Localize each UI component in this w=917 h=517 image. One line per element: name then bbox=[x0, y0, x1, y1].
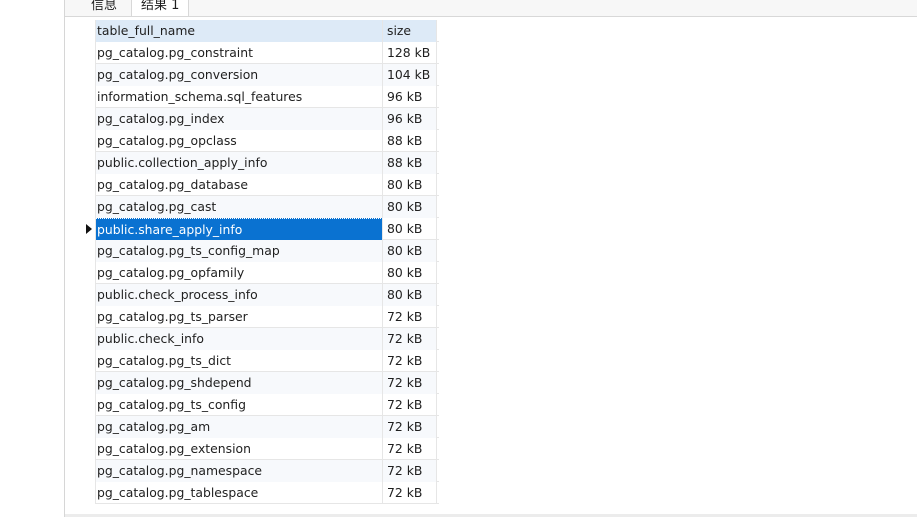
table-row[interactable]: public.collection_apply_info 88 kB bbox=[83, 152, 439, 174]
cell-size[interactable]: 72 kB bbox=[383, 394, 437, 416]
cell-table-full-name[interactable]: pg_catalog.pg_ts_dict bbox=[96, 350, 383, 372]
cell-size[interactable]: 96 kB bbox=[383, 86, 437, 108]
table-row[interactable]: pg_catalog.pg_tablespace 72 kB bbox=[83, 482, 439, 504]
cell-table-full-name[interactable]: public.share_apply_info bbox=[96, 218, 383, 240]
cell-table-full-name[interactable]: pg_catalog.pg_opfamily bbox=[96, 262, 383, 284]
cell-table-full-name[interactable]: pg_catalog.pg_index bbox=[96, 108, 383, 130]
cell-size[interactable]: 72 kB bbox=[383, 460, 437, 482]
cell-table-full-name[interactable]: pg_catalog.pg_ts_config_map bbox=[96, 240, 383, 262]
cell-table-full-name[interactable]: public.check_process_info bbox=[96, 284, 383, 306]
cell-table-full-name[interactable]: pg_catalog.pg_tablespace bbox=[96, 482, 383, 504]
table-row[interactable]: public.share_apply_info 80 kB bbox=[83, 218, 439, 240]
table-row[interactable]: public.check_process_info 80 kB bbox=[83, 284, 439, 306]
cell-size[interactable]: 80 kB bbox=[383, 174, 437, 196]
row-indicator[interactable] bbox=[83, 306, 96, 328]
table-row[interactable]: pg_catalog.pg_opfamily 80 kB bbox=[83, 262, 439, 284]
table-row[interactable]: pg_catalog.pg_ts_dict 72 kB bbox=[83, 350, 439, 372]
cell-table-full-name[interactable]: pg_catalog.pg_conversion bbox=[96, 64, 383, 86]
cell-table-full-name[interactable]: pg_catalog.pg_shdepend bbox=[96, 372, 383, 394]
table-row[interactable]: pg_catalog.pg_constraint 128 kB bbox=[83, 42, 439, 64]
grid-header-row: table_full_name size bbox=[83, 20, 439, 42]
table-row[interactable]: information_schema.sql_features 96 kB bbox=[83, 86, 439, 108]
cell-size[interactable]: 80 kB bbox=[383, 196, 437, 218]
table-row[interactable]: pg_catalog.pg_ts_config 72 kB bbox=[83, 394, 439, 416]
grid-body: pg_catalog.pg_constraint 128 kB pg_catalog… bbox=[83, 42, 439, 504]
cell-table-full-name[interactable]: pg_catalog.pg_opclass bbox=[96, 130, 383, 152]
tab-result-1[interactable]: 结果 1 bbox=[131, 0, 190, 16]
cell-size[interactable]: 72 kB bbox=[383, 482, 437, 504]
cell-size[interactable]: 80 kB bbox=[383, 240, 437, 262]
row-indicator[interactable] bbox=[83, 42, 96, 64]
row-indicator[interactable] bbox=[83, 438, 96, 460]
cell-table-full-name[interactable]: public.collection_apply_info bbox=[96, 152, 383, 174]
row-indicator[interactable] bbox=[83, 108, 96, 130]
cell-size[interactable]: 72 kB bbox=[383, 372, 437, 394]
cell-table-full-name[interactable]: pg_catalog.pg_constraint bbox=[96, 42, 383, 64]
cell-size[interactable]: 72 kB bbox=[383, 350, 437, 372]
cell-size[interactable]: 72 kB bbox=[383, 438, 437, 460]
row-indicator[interactable] bbox=[83, 328, 96, 350]
cell-table-full-name[interactable]: information_schema.sql_features bbox=[96, 86, 383, 108]
cell-table-full-name[interactable]: pg_catalog.pg_am bbox=[96, 416, 383, 438]
row-indicator[interactable] bbox=[83, 262, 96, 284]
results-panel: 信息 结果 1 table_full_name size pg_catalog.… bbox=[65, 0, 917, 517]
tab-info[interactable]: 信息 bbox=[91, 0, 117, 15]
row-indicator[interactable] bbox=[83, 86, 96, 108]
row-indicator[interactable] bbox=[83, 482, 96, 504]
cell-size[interactable]: 88 kB bbox=[383, 152, 437, 174]
table-row[interactable]: pg_catalog.pg_database 80 kB bbox=[83, 174, 439, 196]
cell-table-full-name[interactable]: pg_catalog.pg_cast bbox=[96, 196, 383, 218]
row-indicator[interactable] bbox=[83, 196, 96, 218]
current-row-arrow-icon[interactable] bbox=[83, 218, 96, 240]
cell-size[interactable]: 80 kB bbox=[383, 218, 437, 240]
row-indicator[interactable] bbox=[83, 152, 96, 174]
cell-table-full-name[interactable]: pg_catalog.pg_ts_config bbox=[96, 394, 383, 416]
row-indicator[interactable] bbox=[83, 394, 96, 416]
cell-size[interactable]: 80 kB bbox=[383, 262, 437, 284]
column-header-table-full-name[interactable]: table_full_name bbox=[96, 20, 383, 42]
cell-size[interactable]: 96 kB bbox=[383, 108, 437, 130]
left-gutter bbox=[0, 0, 65, 517]
result-tabbar: 信息 结果 1 bbox=[65, 0, 917, 17]
cell-table-full-name[interactable]: pg_catalog.pg_extension bbox=[96, 438, 383, 460]
table-row[interactable]: public.check_info 72 kB bbox=[83, 328, 439, 350]
row-indicator[interactable] bbox=[83, 460, 96, 482]
table-row[interactable]: pg_catalog.pg_opclass 88 kB bbox=[83, 130, 439, 152]
table-row[interactable]: pg_catalog.pg_conversion 104 kB bbox=[83, 64, 439, 86]
row-indicator[interactable] bbox=[83, 240, 96, 262]
cell-table-full-name[interactable]: pg_catalog.pg_namespace bbox=[96, 460, 383, 482]
result-grid[interactable]: table_full_name size pg_catalog.pg_const… bbox=[83, 20, 439, 504]
row-indicator[interactable] bbox=[83, 372, 96, 394]
table-row[interactable]: pg_catalog.pg_cast 80 kB bbox=[83, 196, 439, 218]
table-row[interactable]: pg_catalog.pg_namespace 72 kB bbox=[83, 460, 439, 482]
row-indicator[interactable] bbox=[83, 130, 96, 152]
cell-table-full-name[interactable]: public.check_info bbox=[96, 328, 383, 350]
table-row[interactable]: pg_catalog.pg_index 96 kB bbox=[83, 108, 439, 130]
row-indicator-header bbox=[83, 20, 96, 42]
cell-size[interactable]: 104 kB bbox=[383, 64, 437, 86]
row-indicator[interactable] bbox=[83, 416, 96, 438]
table-row[interactable]: pg_catalog.pg_extension 72 kB bbox=[83, 438, 439, 460]
cell-size[interactable]: 128 kB bbox=[383, 42, 437, 64]
cell-size[interactable]: 72 kB bbox=[383, 306, 437, 328]
row-indicator[interactable] bbox=[83, 350, 96, 372]
table-row[interactable]: pg_catalog.pg_ts_parser 72 kB bbox=[83, 306, 439, 328]
row-indicator[interactable] bbox=[83, 174, 96, 196]
cell-size[interactable]: 72 kB bbox=[383, 328, 437, 350]
cell-size[interactable]: 80 kB bbox=[383, 284, 437, 306]
cell-table-full-name[interactable]: pg_catalog.pg_ts_parser bbox=[96, 306, 383, 328]
cell-size[interactable]: 72 kB bbox=[383, 416, 437, 438]
table-row[interactable]: pg_catalog.pg_am 72 kB bbox=[83, 416, 439, 438]
table-row[interactable]: pg_catalog.pg_shdepend 72 kB bbox=[83, 372, 439, 394]
row-indicator[interactable] bbox=[83, 64, 96, 86]
column-header-size[interactable]: size bbox=[383, 20, 437, 42]
cell-table-full-name[interactable]: pg_catalog.pg_database bbox=[96, 174, 383, 196]
row-indicator[interactable] bbox=[83, 284, 96, 306]
cell-size[interactable]: 88 kB bbox=[383, 130, 437, 152]
app-window: 信息 结果 1 table_full_name size pg_catalog.… bbox=[0, 0, 917, 517]
table-row[interactable]: pg_catalog.pg_ts_config_map 80 kB bbox=[83, 240, 439, 262]
